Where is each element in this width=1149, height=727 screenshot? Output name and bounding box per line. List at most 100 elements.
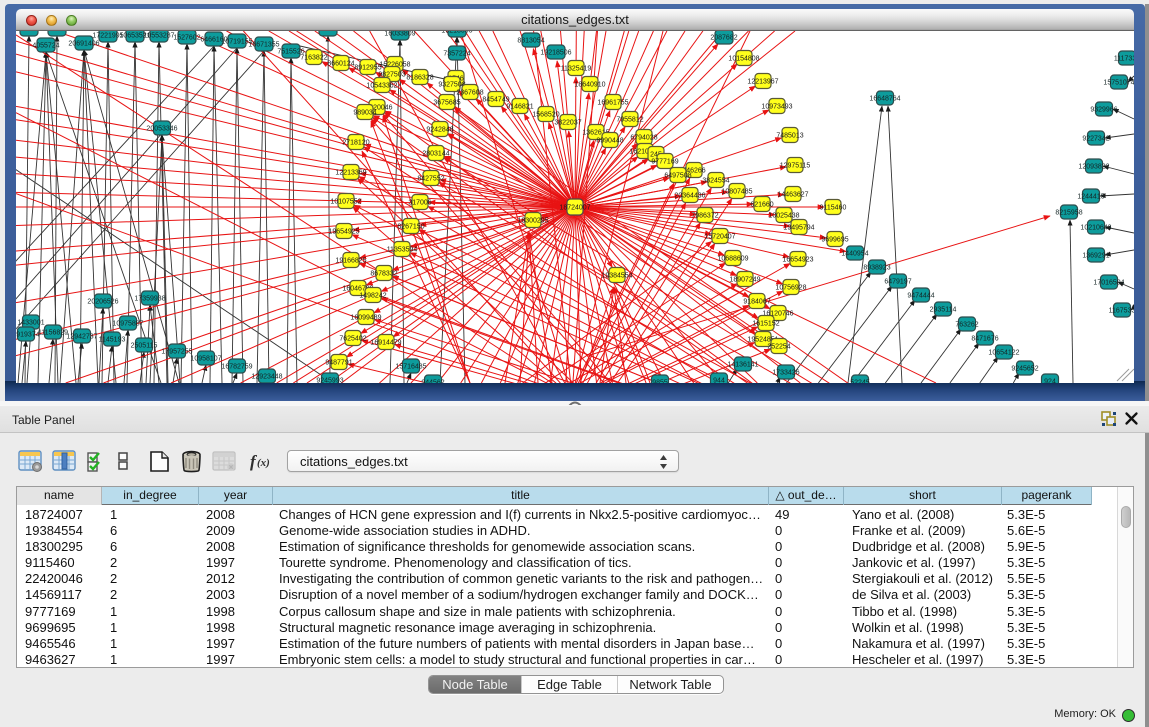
- svg-text:2718120: 2718120: [342, 140, 369, 147]
- svg-text:19654925: 19654925: [328, 229, 359, 236]
- svg-text:10553287: 10553287: [143, 33, 174, 40]
- svg-text:8215958: 8215958: [1055, 210, 1082, 217]
- svg-text:10025438: 10025438: [768, 213, 799, 220]
- svg-text:15751074: 15751074: [1103, 80, 1134, 87]
- svg-text:621660: 621660: [750, 202, 773, 209]
- svg-text:16654923: 16654923: [782, 257, 813, 264]
- svg-text:1369291: 1369291: [1082, 253, 1109, 260]
- svg-text:8471676: 8471676: [971, 336, 998, 343]
- svg-text:18907249: 18907249: [729, 277, 760, 284]
- svg-text:20364436: 20364436: [674, 193, 705, 200]
- svg-text:1568520: 1568520: [532, 112, 559, 119]
- svg-text:20053346: 20053346: [146, 126, 177, 133]
- svg-text:9184067: 9184067: [743, 299, 770, 306]
- svg-text:18300295: 18300295: [517, 218, 548, 225]
- svg-text:9245652: 9245652: [1011, 366, 1038, 373]
- svg-text:6479197: 6479197: [884, 279, 911, 286]
- svg-text:1615152: 1615152: [752, 321, 779, 328]
- svg-text:7955812: 7955812: [616, 117, 643, 124]
- svg-text:10654122: 10654122: [988, 350, 1019, 357]
- svg-text:9242848: 9242848: [426, 127, 453, 134]
- svg-text:9699695: 9699695: [821, 237, 848, 244]
- svg-text:12942737: 12942737: [66, 334, 97, 341]
- svg-text:16033809: 16033809: [384, 31, 415, 38]
- svg-text:16648764: 16648764: [869, 96, 900, 103]
- svg-text:20206526: 20206526: [87, 299, 118, 306]
- svg-text:9245993: 9245993: [316, 378, 343, 384]
- svg-text:8912955: 8912955: [354, 65, 381, 72]
- svg-text:10958107: 10958107: [190, 356, 221, 363]
- svg-text:16914479: 16914479: [370, 340, 401, 347]
- svg-text:1527602: 1527602: [173, 35, 200, 42]
- svg-text:9115460: 9115460: [820, 205, 847, 212]
- svg-text:12093822: 12093822: [1078, 164, 1109, 171]
- svg-text:7625402: 7625402: [339, 336, 366, 343]
- svg-text:15716485: 15716485: [395, 364, 426, 371]
- svg-text:7485013: 7485013: [776, 133, 803, 140]
- svg-text:10543362: 10543362: [366, 83, 397, 90]
- svg-text:19218506: 19218506: [540, 50, 571, 57]
- svg-text:6497508: 6497508: [664, 173, 691, 180]
- svg-text:16099489: 16099489: [350, 315, 381, 322]
- svg-text:10107552: 10107552: [330, 199, 361, 206]
- svg-text:8186328: 8186328: [406, 75, 433, 82]
- svg-text:17957255: 17957255: [161, 349, 192, 356]
- svg-text:8938923: 8938923: [863, 265, 890, 272]
- svg-text:14136141: 14136141: [727, 362, 758, 369]
- svg-text:9146821: 9146821: [506, 104, 533, 111]
- svg-text:12923448: 12923448: [251, 374, 282, 381]
- svg-text:8454749: 8454749: [482, 97, 509, 104]
- svg-text:16961755: 16961755: [597, 100, 628, 107]
- svg-text:2367608: 2367608: [456, 90, 483, 97]
- svg-text:(x): (x): [257, 457, 270, 469]
- svg-text:1145193: 1145193: [99, 337, 126, 344]
- svg-text:3824554: 3824554: [702, 178, 729, 185]
- svg-text:18640910: 18640910: [574, 82, 605, 89]
- svg-text:20691406: 20691406: [68, 41, 99, 48]
- svg-text:1498242: 1498242: [359, 293, 386, 300]
- svg-text:10807485: 10807485: [721, 189, 752, 196]
- svg-text:16782759: 16782759: [221, 364, 252, 371]
- svg-text:252254: 252254: [767, 344, 790, 351]
- svg-text:9474444: 9474444: [907, 293, 934, 300]
- svg-text:18724007: 18724007: [559, 205, 590, 212]
- svg-text:9777169: 9777169: [651, 159, 678, 166]
- svg-text:10756928: 10756928: [775, 285, 806, 292]
- svg-text:15720407: 15720407: [704, 234, 735, 241]
- svg-text:2935114: 2935114: [930, 307, 957, 314]
- svg-text:7986372: 7986372: [691, 213, 718, 220]
- svg-text:9487791: 9487791: [325, 360, 352, 367]
- svg-text:317006: 317006: [408, 200, 431, 207]
- svg-text:763262: 763262: [955, 322, 978, 329]
- svg-text:4055724: 4055724: [32, 43, 59, 50]
- svg-text:1117334: 1117334: [1114, 56, 1134, 63]
- svg-text:14463627: 14463627: [777, 192, 808, 199]
- svg-text:3675685: 3675685: [433, 100, 460, 107]
- svg-text:1733426: 1733426: [772, 370, 799, 377]
- svg-text:2803144: 2803144: [422, 151, 449, 158]
- svg-text:52245: 52245: [850, 380, 870, 384]
- svg-text:989034: 989034: [353, 110, 376, 117]
- svg-text:924: 924: [1044, 379, 1056, 384]
- svg-text:10154808: 10154808: [728, 56, 759, 63]
- svg-text:9329966: 9329966: [1090, 107, 1117, 114]
- svg-text:3919374: 3919374: [16, 332, 40, 339]
- svg-text:2087682: 2087682: [710, 35, 737, 42]
- svg-text:19495794: 19495794: [783, 225, 814, 232]
- svg-text:7357224: 7357224: [443, 51, 470, 58]
- svg-text:17016504: 17016504: [1093, 280, 1124, 287]
- svg-text:9855: 9855: [652, 380, 668, 384]
- svg-text:16671355: 16671355: [248, 42, 279, 49]
- svg-text:8813054: 8813054: [517, 38, 544, 45]
- svg-text:12213369: 12213369: [335, 170, 366, 177]
- svg-text:9227342: 9227342: [1082, 136, 1109, 143]
- svg-text:10688609: 10688609: [717, 256, 748, 263]
- svg-text:10975887: 10975887: [112, 321, 143, 328]
- svg-text:19166825: 19166825: [335, 258, 366, 265]
- svg-text:11353594: 11353594: [387, 247, 418, 254]
- svg-text:1244415: 1244415: [1077, 194, 1104, 201]
- svg-text:8990448: 8990448: [596, 138, 623, 145]
- svg-text:1167533: 1167533: [1109, 308, 1134, 315]
- svg-text:12975115: 12975115: [780, 163, 811, 170]
- svg-text:11325419: 11325419: [561, 66, 592, 73]
